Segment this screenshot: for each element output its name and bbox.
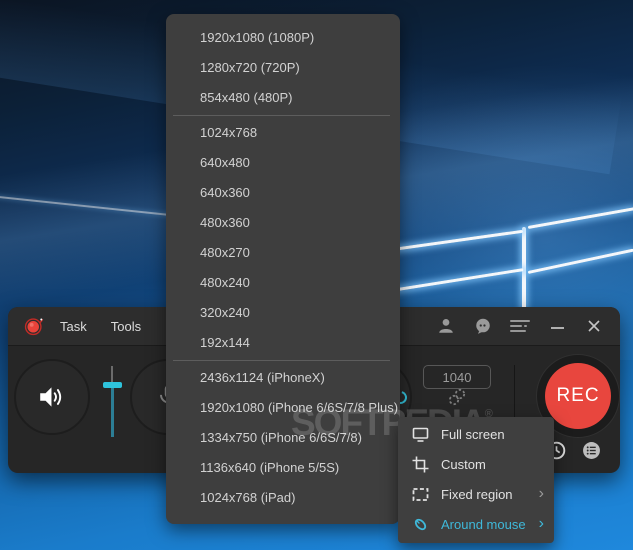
region-menu-label: Fixed region (441, 486, 513, 502)
resolution-option[interactable]: 1920x1080 (1080P) (166, 23, 400, 53)
speaker-icon (40, 387, 62, 407)
resolution-dropdown: 1920x1080 (1080P) 1280x720 (720P) 854x480 … (166, 14, 400, 524)
aspect-link-icon[interactable] (446, 386, 468, 413)
resolution-option[interactable]: 480x240 (166, 268, 400, 298)
window-logo-edge (392, 229, 523, 251)
monitor-icon (412, 426, 429, 443)
task-list-icon[interactable] (582, 441, 601, 465)
resolution-option[interactable]: 192x144 (166, 328, 400, 358)
resolution-option[interactable]: 640x480 (166, 148, 400, 178)
region-menu-label: Around mouse (441, 516, 526, 532)
resolution-option[interactable]: 320x240 (166, 298, 400, 328)
menu-task[interactable]: Task (60, 319, 87, 334)
menu-separator (173, 360, 390, 361)
region-menu-label: Full screen (441, 426, 505, 442)
window-logo-edge (384, 268, 524, 293)
volume-slider-fill[interactable] (111, 388, 114, 437)
light-streak (0, 195, 174, 217)
region-menu-item-around-mouse[interactable]: Around mouse › (398, 509, 554, 539)
window-logo-edge (527, 207, 633, 229)
region-icon (412, 486, 429, 503)
resolution-option[interactable]: 1024x768 (166, 118, 400, 148)
close-button[interactable] (584, 316, 604, 336)
rec-button[interactable]: REC (545, 363, 611, 429)
region-menu-item-custom[interactable]: Custom (398, 449, 554, 479)
mouse-icon (412, 516, 429, 533)
speaker-button[interactable] (14, 359, 90, 435)
window-logo-edge (527, 248, 633, 274)
window-logo-edge (522, 227, 526, 309)
resolution-option[interactable]: 1024x768 (iPad) (166, 483, 400, 513)
region-menu-label: Custom (441, 456, 486, 472)
volume-slider-track[interactable] (111, 366, 113, 382)
crop-icon (412, 456, 429, 473)
user-icon[interactable] (436, 316, 456, 336)
resolution-option[interactable]: 2436x1124 (iPhoneX) (166, 363, 400, 393)
resolution-option[interactable]: 1920x1080 (iPhone 6/6S/7/8 Plus) (166, 393, 400, 423)
resolution-option[interactable]: 1280x720 (720P) (166, 53, 400, 83)
minimize-button[interactable] (547, 316, 567, 336)
menu-icon[interactable] (510, 316, 530, 336)
resolution-option[interactable]: 480x270 (166, 238, 400, 268)
menu-separator (173, 115, 390, 116)
feedback-icon[interactable] (473, 316, 493, 336)
resolution-option[interactable]: 854x480 (480P) (166, 83, 400, 113)
chevron-right-icon: › (538, 485, 544, 502)
resolution-option[interactable]: 480x360 (166, 208, 400, 238)
resolution-option[interactable]: 640x360 (166, 178, 400, 208)
screenshot-root: Task Tools 1040 REC 1920x1080 (1080P) 12… (0, 0, 633, 550)
app-logo-icon (24, 316, 44, 336)
menubar: Task Tools (60, 319, 141, 334)
region-submenu: Full screen Custom Fixed region › Around mou… (398, 417, 554, 543)
menu-tools[interactable]: Tools (111, 319, 141, 334)
region-menu-item-fixed-region[interactable]: Fixed region › (398, 479, 554, 509)
resolution-option[interactable]: 1334x750 (iPhone 6/6S/7/8) (166, 423, 400, 453)
region-menu-item-full-screen[interactable]: Full screen (398, 419, 554, 449)
resolution-option[interactable]: 1136x640 (iPhone 5/5S) (166, 453, 400, 483)
chevron-right-icon: › (538, 515, 544, 532)
